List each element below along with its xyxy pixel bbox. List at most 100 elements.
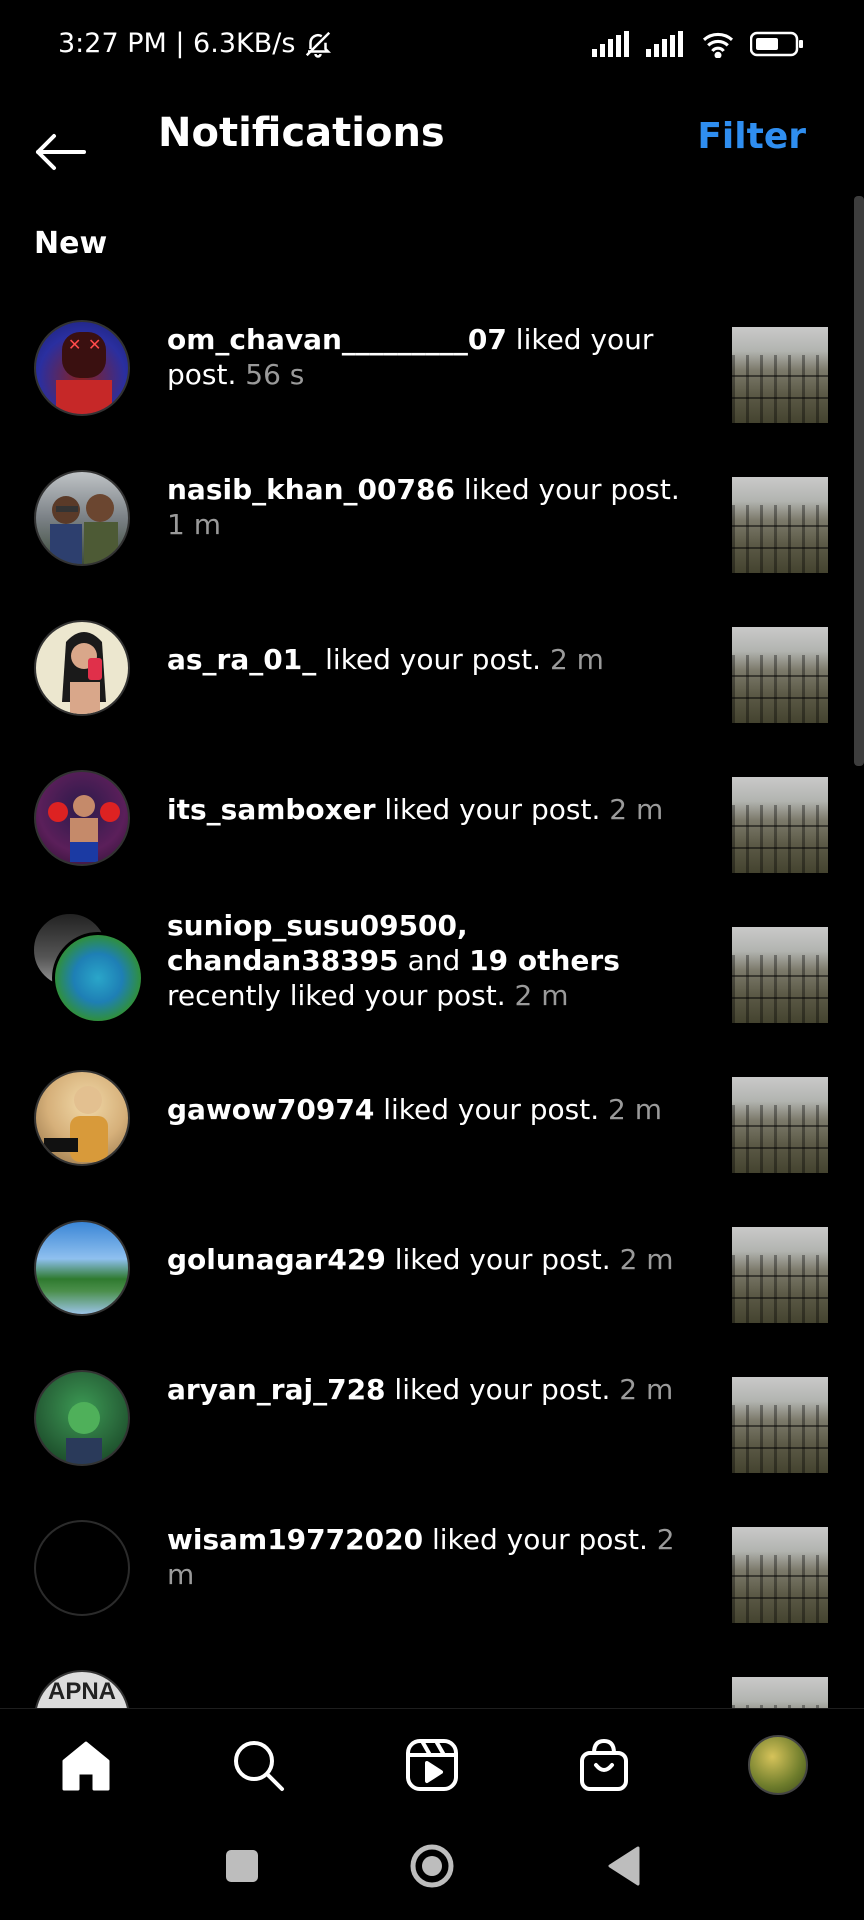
avatar[interactable] [34,1370,130,1466]
notification-text: its_samboxer liked your post. 2 m [167,792,697,827]
notification-time: 2 m [619,1243,674,1276]
back-system-button[interactable] [594,1836,654,1896]
notification-action: liked your post. [423,1523,648,1556]
avatar-group[interactable] [32,912,144,1024]
notification-row[interactable]: gawow70974 liked your post. 2 m [0,1050,864,1200]
notification-row[interactable]: golunagar429 liked your post. 2 m [0,1200,864,1350]
post-thumbnail[interactable] [732,1527,828,1623]
post-thumbnail[interactable] [732,927,828,1023]
avatar[interactable] [34,1070,130,1166]
page-title: Notifications [158,110,445,156]
notification-action: recently liked your post. [167,979,506,1012]
avatar[interactable]: APNA [34,1670,130,1708]
search-icon [234,1741,284,1791]
avatar[interactable] [34,1220,130,1316]
post-thumbnail[interactable] [732,1377,828,1473]
notification-text: gawow70974 liked your post. 2 m [167,1092,697,1127]
notification-row[interactable]: APNA [0,1650,864,1708]
notification-row[interactable]: suniop_susu09500, chandan38395 and 19 ot… [0,900,864,1050]
signal-icon [592,31,629,57]
notification-text: suniop_susu09500, chandan38395 and 19 ot… [167,909,620,1012]
avatar[interactable] [34,470,130,566]
avatar[interactable] [34,770,130,866]
arrow-left-icon [36,134,86,170]
triangle-back-icon [608,1846,640,1886]
notification-time: 2 m [608,1093,663,1126]
shop-bag-icon [580,1739,628,1791]
nav-reels-button[interactable] [402,1735,462,1795]
avatar-figure-icon [48,795,120,862]
avatar-text: APNA [47,1678,116,1705]
home-system-button[interactable] [402,1836,462,1896]
avatar-figure-icon: ✕ ✕ [56,332,112,414]
notification-username[interactable]: om_chavan_________07 [167,323,507,356]
notification-username[interactable]: wisam19772020 [167,1523,423,1556]
system-nav [0,1818,864,1920]
notification-time: 2 m [549,643,604,676]
notification-username[interactable]: golunagar429 [167,1243,386,1276]
notification-time: 2 m [609,793,664,826]
notification-time: 2 m [619,1373,674,1406]
post-thumbnail[interactable] [732,327,828,423]
avatar-figure-icon [66,1402,102,1464]
notification-row[interactable]: nasib_khan_00786 liked your post. 1 m [0,450,864,600]
section-label-new: New [34,226,108,261]
notification-text: wisam19772020 liked your post. 2 m [167,1522,697,1592]
circle-icon [410,1844,454,1888]
nav-shop-button[interactable] [574,1735,634,1795]
post-thumbnail[interactable] [732,1077,828,1173]
avatar [52,932,144,1024]
notification-action: liked your post. [385,1243,611,1276]
header: Notifications Filter [0,96,864,216]
signal-icon-2 [646,31,683,57]
recents-button[interactable] [212,1836,272,1896]
post-thumbnail[interactable] [732,627,828,723]
post-thumbnail[interactable] [732,477,828,573]
notification-others[interactable]: 19 others [469,944,620,977]
notification-text: nasib_khan_00786 liked your post. 1 m [167,472,697,542]
notification-text: golunagar429 liked your post. 2 m [167,1242,697,1277]
notification-row[interactable]: wisam19772020 liked your post. 2 m [0,1500,864,1650]
svg-text:✕: ✕ [88,335,101,354]
bottom-nav [0,1708,864,1819]
notification-row[interactable]: aryan_raj_728 liked your post. 2 m [0,1350,864,1500]
notification-action: liked your post. [374,1093,600,1126]
notification-username[interactable]: as_ra_01_ [167,643,316,676]
notification-time: 2 m [514,979,569,1012]
notification-time: 1 m [167,508,221,541]
wifi-icon [702,32,734,58]
avatar-figure-icon [62,632,106,714]
avatar-figures-icon [50,494,118,564]
home-icon [62,1741,110,1791]
notification-row[interactable]: ✕ ✕ om_chavan_________07 liked your post… [0,300,864,450]
post-thumbnail[interactable] [732,1677,828,1708]
notification-row[interactable]: as_ra_01_ liked your post. 2 m [0,600,864,750]
notification-action: liked your post. [385,1373,611,1406]
notification-username[interactable]: aryan_raj_728 [167,1373,386,1406]
avatar[interactable] [34,620,130,716]
notification-time: 56 s [245,358,305,391]
post-thumbnail[interactable] [732,777,828,873]
avatar[interactable] [34,1520,130,1616]
nav-home-button[interactable] [56,1735,116,1795]
notification-text: as_ra_01_ liked your post. 2 m [167,642,697,677]
post-thumbnail[interactable] [732,1227,828,1323]
nav-search-button[interactable] [228,1735,288,1795]
filter-button[interactable]: Filter [697,116,806,157]
bell-off-icon [306,31,332,58]
notification-username[interactable]: its_samboxer [167,793,376,826]
notification-row[interactable]: its_samboxer liked your post. 2 m [0,750,864,900]
avatar[interactable]: ✕ ✕ [34,320,130,416]
notification-username[interactable]: gawow70974 [167,1093,374,1126]
notification-text: om_chavan_________07 liked your post. 56… [167,322,697,392]
notification-action: liked your post. [454,473,680,506]
status-bar: 3:27 PM | 6.3KB/s [0,0,864,96]
notification-username[interactable]: nasib_khan_00786 [167,473,455,506]
square-icon [226,1850,258,1882]
reels-icon [406,1739,458,1791]
notification-action: liked your post. [375,793,601,826]
nav-profile-avatar[interactable] [748,1735,808,1795]
status-time-speed: 3:27 PM | 6.3KB/s [58,28,333,59]
back-button[interactable] [32,114,92,174]
battery-icon [750,31,803,57]
